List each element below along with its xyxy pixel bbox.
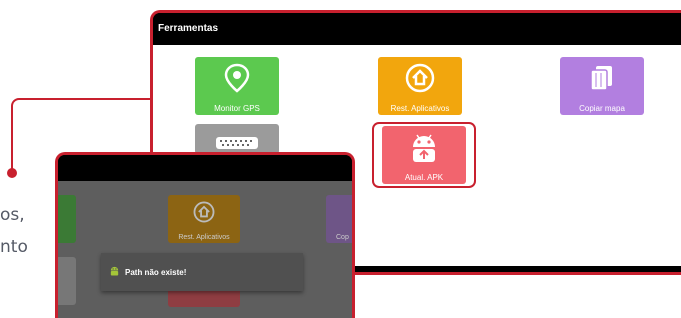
side-text-line1: os,	[0, 205, 25, 225]
callout-dot	[7, 168, 17, 178]
highlight-box	[372, 122, 476, 188]
side-text-line2: nto	[0, 237, 28, 257]
overlay-tablet-window: Rest. Aplicativos Cop Path não existe!	[55, 152, 355, 318]
tile-label: Monitor GPS	[214, 104, 260, 113]
tile-monitor-gps[interactable]: Monitor GPS	[195, 57, 279, 115]
restore-house-icon	[193, 201, 215, 228]
gps-pin-icon	[224, 63, 250, 98]
toast-message: Path não existe!	[125, 267, 187, 277]
overlay-tile-gray	[58, 257, 76, 305]
overlay-tile-label: Rest. Aplicativos	[178, 234, 230, 241]
map-copy-icon	[587, 63, 617, 98]
android-icon	[109, 263, 120, 281]
tile-label: Copiar mapa	[579, 104, 625, 113]
tile-copiar-mapa[interactable]: Copiar mapa	[560, 57, 644, 115]
overlay-tile-orange: Rest. Aplicativos	[168, 195, 240, 243]
overlay-tile-label: Cop	[336, 234, 349, 241]
toast-notification: Path não existe!	[101, 253, 303, 291]
window-title: Ferramentas	[153, 13, 681, 45]
tile-label: Rest. Aplicativos	[390, 104, 450, 113]
overlay-tile-purple: Cop	[326, 195, 352, 243]
tile-obd[interactable]	[195, 124, 279, 154]
tile-rest-aplicativos[interactable]: Rest. Aplicativos	[378, 57, 462, 115]
restore-house-icon	[405, 63, 435, 98]
overlay-titlebar	[58, 155, 352, 181]
overlay-tile-green	[58, 195, 76, 243]
overlay-screen: Rest. Aplicativos Cop Path não existe!	[58, 181, 352, 318]
